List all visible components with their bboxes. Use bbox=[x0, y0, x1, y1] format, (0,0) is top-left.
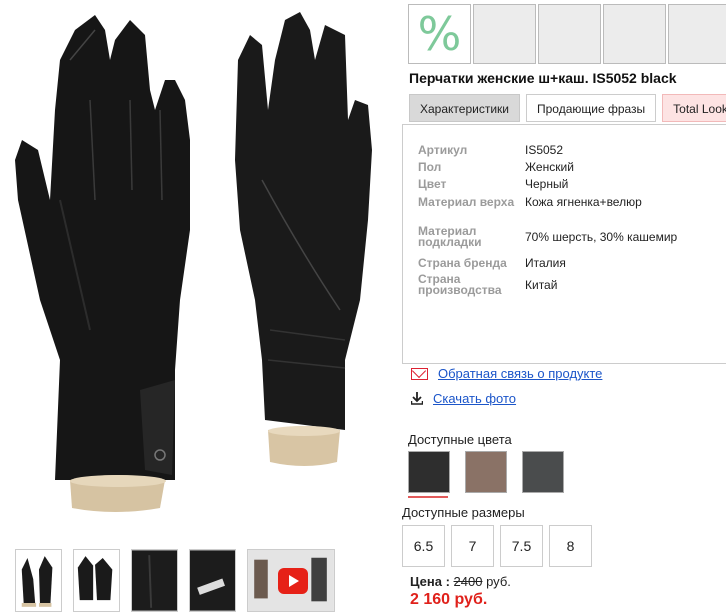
spec-key: Страна бренда bbox=[418, 255, 507, 270]
spec-value: Италия bbox=[525, 256, 566, 270]
video-thumbnail[interactable] bbox=[247, 549, 335, 612]
color-swatch-taupe[interactable] bbox=[465, 451, 507, 493]
spec-row: Страна бренда Италия bbox=[418, 256, 566, 270]
tab-total-look[interactable]: Total Look bbox=[662, 94, 726, 122]
price-label: Цена : bbox=[410, 574, 450, 589]
spec-value: Кожа ягненка+велюр bbox=[525, 195, 642, 209]
feedback-link[interactable]: Обратная связь о продукте bbox=[438, 366, 602, 381]
spec-value: IS5052 bbox=[525, 143, 564, 157]
spec-value: Женский bbox=[525, 160, 574, 174]
spec-row: Артикул IS5052 bbox=[418, 143, 563, 157]
download-icon bbox=[411, 392, 423, 405]
spec-key: Страна производства bbox=[418, 272, 502, 297]
price-line: Цена : 2400 руб. bbox=[410, 574, 511, 589]
thumbnail-2[interactable] bbox=[73, 549, 120, 612]
spec-value: 70% шерсть, 30% кашемир bbox=[525, 230, 678, 244]
size-option[interactable]: 6.5 bbox=[402, 525, 445, 567]
color-swatches bbox=[408, 451, 564, 493]
mail-icon bbox=[411, 367, 428, 380]
play-icon[interactable] bbox=[278, 568, 308, 594]
spec-row: Пол Женский bbox=[418, 160, 574, 174]
spec-row: Материал подкладки 70% шерсть, 30% кашем… bbox=[418, 224, 678, 249]
size-option[interactable]: 8 bbox=[549, 525, 592, 567]
discount-tile[interactable]: % bbox=[408, 4, 471, 64]
specs-panel: Артикул IS5052 Пол Женский Цвет Черный М… bbox=[402, 124, 726, 364]
color-swatch-grey[interactable] bbox=[522, 451, 564, 493]
size-option[interactable]: 7 bbox=[451, 525, 494, 567]
size-list: 6.5 7 7.5 8 bbox=[402, 525, 592, 567]
spec-key: Артикул bbox=[418, 142, 468, 157]
sizes-label: Доступные размеры bbox=[402, 505, 525, 520]
tab-selling-phrases[interactable]: Продающие фразы bbox=[525, 94, 657, 122]
tabs: Характеристики Продающие фразы Total Loo… bbox=[409, 94, 726, 122]
thumbnail-3[interactable] bbox=[131, 549, 178, 612]
tab-characteristics[interactable]: Характеристики bbox=[409, 94, 520, 122]
spec-key: Материал верха bbox=[418, 194, 515, 209]
product-main-photo[interactable] bbox=[0, 0, 400, 540]
thumbnail-4[interactable] bbox=[189, 549, 236, 612]
download-photo-link[interactable]: Скачать фото bbox=[433, 391, 516, 406]
spec-row: Цвет Черный bbox=[418, 177, 568, 191]
thumbnail-strip bbox=[15, 549, 335, 612]
spec-row: Страна производства Китай bbox=[418, 272, 558, 297]
product-title: Перчатки женские ш+каш. IS5052 black bbox=[409, 70, 677, 86]
color-swatch-black[interactable] bbox=[408, 451, 450, 493]
spec-key: Пол bbox=[418, 159, 442, 174]
size-option[interactable]: 7.5 bbox=[500, 525, 543, 567]
new-price: 2 160 руб. bbox=[410, 591, 488, 608]
thumbnail-1[interactable] bbox=[15, 549, 62, 612]
old-price-unit: руб. bbox=[486, 574, 511, 589]
spec-key: Цвет bbox=[418, 176, 447, 191]
tile-5[interactable] bbox=[668, 4, 726, 64]
tile-strip: % bbox=[408, 4, 726, 64]
old-price: 2400 bbox=[453, 574, 483, 589]
gloves-image bbox=[15, 12, 372, 512]
percent-icon: % bbox=[417, 7, 462, 61]
colors-label: Доступные цвета bbox=[408, 432, 512, 447]
spec-key: Материал подкладки bbox=[418, 224, 482, 249]
spec-value: Китай bbox=[525, 278, 558, 292]
download-row: Скачать фото bbox=[411, 391, 516, 406]
tile-2[interactable] bbox=[473, 4, 536, 64]
feedback-row: Обратная связь о продукте bbox=[411, 366, 602, 381]
spec-value: Черный bbox=[525, 177, 569, 191]
tile-3[interactable] bbox=[538, 4, 601, 64]
tile-4[interactable] bbox=[603, 4, 666, 64]
selected-color-indicator bbox=[408, 496, 448, 498]
spec-row: Материал верха Кожа ягненка+велюр bbox=[418, 195, 642, 209]
